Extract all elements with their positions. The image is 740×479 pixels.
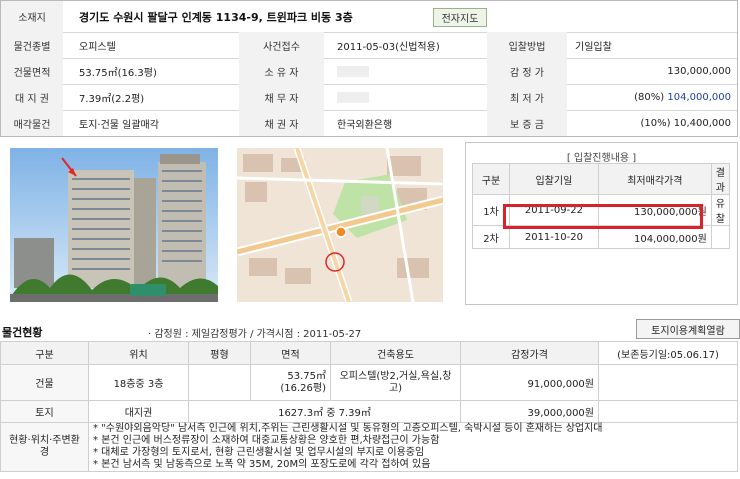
property-status-table: 구분 위치 평형 면적 건축용도 감정가격 (보존등기일:05.06.17) 건… [0,341,738,472]
debtor-redacted [337,91,369,103]
status-col-pyeong: 평형 [188,341,251,365]
status-section-title: 물건현황 [2,326,43,339]
auction-detail-page: 소재지 경기도 수원시 팔달구 인계동 1134-9, 트윈파크 비동 3층 전… [0,0,740,479]
label-deposit: 보 증 금 [487,110,567,136]
label-creditor: 채 권 자 [239,110,324,136]
building-pyeong [188,364,251,401]
land-use-plan-button[interactable]: 토지이용계획열람 [636,319,740,339]
status-col-type: 구분 [0,341,89,365]
info-row-area: 건물면적 53.75㎡(16.3평) 소 유 자 감 정 가 130,000,0… [1,58,737,85]
label-debtor: 채 무 자 [239,84,324,110]
location-map[interactable] [237,148,443,302]
status-header-row: 구분 위치 평형 면적 건축용도 감정가격 (보존등기일:05.06.17) [0,341,738,365]
label-sale-item: 매각물건 [1,110,63,136]
note-line: * 대체로 가장형의 토지로서, 현황 근린생활시설 및 업무시설의 부지로 이… [93,447,425,458]
land-location: 대지권 [88,400,189,423]
info-row-type: 물건종별 오피스텔 사건접수 2011-05-03(신법적용) 입찰방법 기일입… [1,32,737,59]
note-line: * 본건 남서측 및 남동측으로 노폭 약 35M, 20M의 포장도로에 각각… [93,459,431,470]
value-building-area: 53.75㎡(16.3평) [79,67,157,79]
status-col-use: 건축용도 [330,341,461,365]
bidding-title: [ 입찰진행내용 ] [566,153,637,164]
row-label-building: 건물 [0,364,89,401]
bid-result [710,225,731,249]
value-bid-method: 기일입찰 [575,41,612,53]
building-area-pyeong: (16.26평) [280,382,326,394]
note-line: * 본건 인근에 버스정류장이 소재하여 대중교통상황은 양호한 편,차량접근이… [93,435,440,446]
building-location: 18층중 3층 [88,364,189,401]
info-row-sale: 매각물건 토지·건물 일괄매각 채 권 자 한국외환은행 보 증 금 (10%)… [1,110,737,136]
electronic-map-button[interactable]: 전자지도 [433,8,487,27]
minimum-price-percent: (80%) [634,91,665,103]
bidding-header-row: 구분 입찰기일 최저매각가격 결과 [472,163,731,195]
value-minimum-price: (80%) 104,000,000 [569,84,737,110]
appraisal-info: · 감정원 : 제일감정평가 / 가격시점 : 2011-05-27 [148,329,362,340]
land-area: 1627.3㎡ 중 7.39㎡ [188,400,461,423]
value-deposit: (10%) 10,400,000 [569,110,737,136]
bid-result: 유찰 [710,194,731,226]
address-row: 소재지 경기도 수원시 팔달구 인계동 1134-9, 트윈파크 비동 3층 전… [1,1,737,33]
status-col-location: 위치 [88,341,189,365]
property-info-table: 소재지 경기도 수원시 팔달구 인계동 1134-9, 트윈파크 비동 3층 전… [0,0,738,137]
address-label: 소재지 [1,1,63,32]
bid-col-result: 결과 [710,163,731,195]
value-sale-item: 토지·건물 일괄매각 [79,119,159,131]
value-land-right: 7.39㎡(2.2평) [79,93,145,105]
deposit-amount: 10,400,000 [673,117,731,129]
value-appraisal: 130,000,000 [667,65,731,77]
value-type: 오피스텔 [79,41,116,53]
current-round-highlight [503,204,703,229]
value-creditor: 한국외환은행 [337,119,393,131]
address-value: 경기도 수원시 팔달구 인계동 1134-9, 트윈파크 비동 3층 [79,10,353,24]
bid-col-min-price: 최저매각가격 [597,163,712,195]
building-extra [598,364,738,401]
label-bid-method: 입찰방법 [487,32,567,58]
label-case-received: 사건접수 [239,32,324,58]
status-col-price: 감정가격 [460,341,599,365]
value-owner [331,58,369,84]
surroundings-notes: * "수원야외음악당" 남서측 인근에 위치,주위는 근린생활시설 및 동유형의… [88,422,738,472]
minimum-price-amount: 104,000,000 [667,91,731,103]
status-col-registration: (보존등기일:05.06.17) [598,341,738,365]
label-owner: 소 유 자 [239,58,324,84]
bid-col-date: 입찰기일 [508,163,599,195]
status-row-surroundings: 현황·위치·주변환경 * "수원야외음악당" 남서측 인근에 위치,주위는 근린… [0,422,738,472]
status-row-land: 토지 대지권 1627.3㎡ 중 7.39㎡ 39,000,000원 [0,400,738,423]
label-land-right: 대 지 권 [1,84,63,110]
info-row-land: 대 지 권 7.39㎡(2.2평) 채 무 자 최 저 가 (80%) 104,… [1,84,737,111]
status-col-area: 면적 [250,341,331,365]
label-type: 물건종별 [1,32,63,58]
row-label-land: 토지 [0,400,89,423]
label-building-area: 건물면적 [1,58,63,84]
status-row-building: 건물 18층중 3층 53.75㎡ (16.26평) 오피스텔(방2,거실,욕실… [0,364,738,401]
building-area-sqm: 53.75㎡ [287,370,326,382]
note-line: * "수원야외음악당" 남서측 인근에 위치,주위는 근린생활시설 및 동유형의… [93,423,603,434]
owner-redacted [337,65,369,77]
building-area: 53.75㎡ (16.26평) [250,364,331,401]
row-label-surroundings: 현황·위치·주변환경 [0,422,89,472]
building-photo[interactable] [10,148,218,302]
deposit-percent: (10%) [640,117,671,129]
bid-col-round: 구분 [472,163,510,195]
value-case-received: 2011-05-03(신법적용) [337,41,440,53]
label-minimum-price: 최 저 가 [487,84,567,110]
land-extra [598,400,738,423]
building-price: 91,000,000원 [460,364,599,401]
land-price: 39,000,000원 [460,400,599,423]
building-use: 오피스텔(방2,거실,욕실,창고) [330,364,461,401]
label-appraisal: 감 정 가 [487,58,567,84]
value-debtor [331,84,369,110]
